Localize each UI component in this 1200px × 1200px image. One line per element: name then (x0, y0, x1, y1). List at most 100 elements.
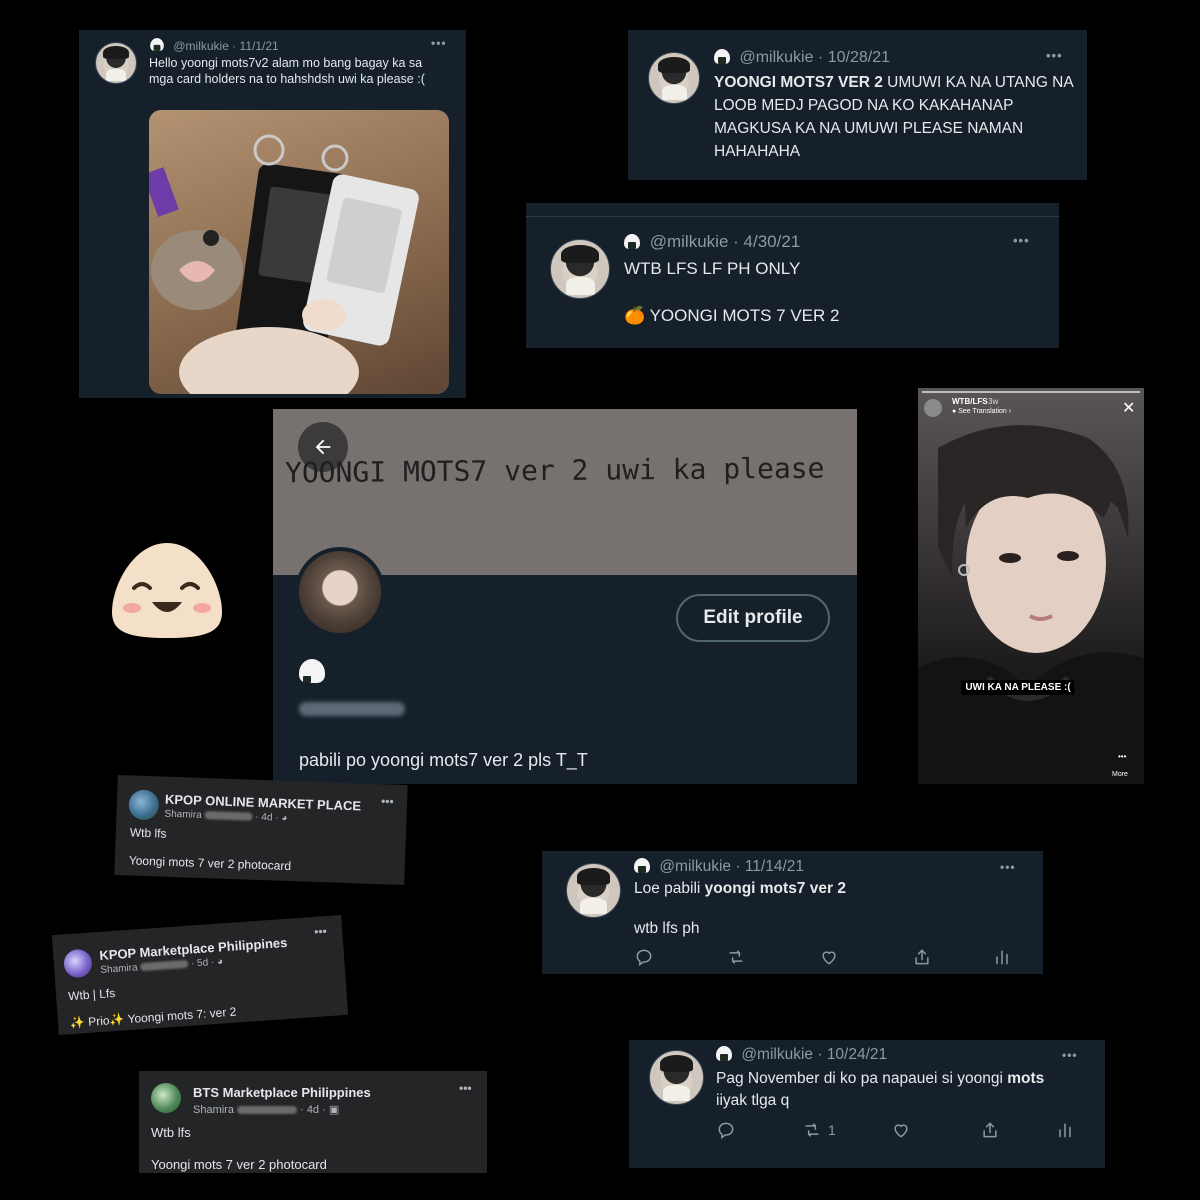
post-meta: Shamira · 4d · ◕ (164, 808, 288, 824)
group-avatar[interactable] (128, 789, 160, 821)
fb-post-1[interactable]: KPOP ONLINE MARKET PLACE Shamira · 4d · … (114, 774, 408, 886)
story-caption: UWI KA NA PLEASE :( (961, 680, 1075, 695)
story-more-dots[interactable]: ••• (1118, 752, 1126, 761)
tweet-actions: 1 (629, 1120, 1105, 1142)
heart-icon (894, 1124, 908, 1138)
onigiri-icon (624, 234, 640, 249)
like-button[interactable] (819, 947, 839, 967)
tweet-header: @milkukie · 10/24/21 (716, 1046, 887, 1064)
more-options-icon[interactable]: ••• (1000, 860, 1016, 874)
story-card[interactable]: WTB/LFS 3w ● See Translation › ✕ UWI KA … (918, 388, 1144, 784)
more-options-icon[interactable]: ••• (1062, 1048, 1078, 1062)
profile-avatar[interactable] (295, 547, 385, 637)
more-options-icon[interactable]: ••• (314, 924, 328, 939)
tweet-handle[interactable]: @milkukie (659, 858, 731, 875)
post-line-1: Wtb | Lfs (67, 985, 116, 1004)
fb-post-3[interactable]: BTS Marketplace Philippines Shamira · 4d… (139, 1071, 487, 1173)
group-name[interactable]: BTS Marketplace Philippines (193, 1085, 371, 1100)
post-line-1: Wtb lfs (151, 1125, 191, 1140)
post-line-2: Yoongi mots 7 ver 2 photocard (151, 1157, 327, 1172)
smiling-onigiri-icon (112, 543, 222, 638)
author-name[interactable]: Shamira (164, 809, 202, 821)
author-name[interactable]: Shamira (193, 1104, 234, 1116)
tweet-header: @milkukie · 11/1/21 (149, 37, 279, 53)
analytics-button[interactable] (992, 947, 1012, 967)
tweet-header: @milkukie · 4/30/21 (624, 232, 800, 252)
onigiri-icon (634, 858, 650, 873)
post-line-2: Yoongi mots 7 ver 2 photocard (128, 853, 292, 874)
avatar[interactable] (95, 42, 137, 84)
post-line-1: Wtb lfs (129, 825, 167, 841)
tweet-card-2[interactable]: @milkukie · 10/28/21 ••• YOONGI MOTS7 VE… (628, 30, 1087, 180)
tweet-date[interactable]: 11/14/21 (745, 858, 804, 875)
post-time: 5d (196, 957, 209, 970)
tweet-line-2: 🍊 YOONGI MOTS 7 VER 2 (624, 305, 839, 327)
post-line-2: ✨ Prio✨ Yoongi mots 7: ver 2 (69, 1004, 237, 1031)
tweet-handle[interactable]: @milkukie (173, 39, 229, 53)
members-icon: ▣ (328, 1104, 340, 1116)
tweet-handle[interactable]: @milkukie (739, 49, 813, 66)
story-more-label[interactable]: More (1112, 771, 1128, 778)
tweet-handle[interactable]: @milkukie (650, 232, 729, 251)
tweet-actions (542, 947, 1043, 969)
profile-onigiri (299, 659, 325, 686)
onigiri-icon (299, 659, 325, 683)
share-button[interactable] (912, 947, 932, 967)
more-options-icon[interactable]: ••• (381, 794, 394, 808)
tweet-card-4[interactable]: @milkukie · 11/14/21 ••• Loe pabili yoon… (542, 851, 1043, 974)
tweet-text-bold: mots (1007, 1070, 1045, 1087)
tweet-handle[interactable]: @milkukie (741, 1046, 813, 1063)
more-options-icon[interactable]: ••• (1046, 48, 1063, 63)
avatar[interactable] (550, 239, 610, 299)
like-button[interactable] (891, 1120, 911, 1140)
tweet-text-plain: Pag November di ko pa napauei si yoongi (716, 1070, 1008, 1087)
avatar[interactable] (648, 52, 700, 104)
retweet-icon (805, 1123, 819, 1137)
group-avatar[interactable] (151, 1083, 181, 1113)
tweet-card-5[interactable]: @milkukie · 10/24/21 ••• Pag November di… (629, 1040, 1105, 1168)
smiling-onigiri-sticker (110, 540, 224, 645)
more-options-icon[interactable]: ••• (431, 36, 447, 50)
globe-icon: ◕ (281, 812, 288, 824)
banner-text: YOONGI MOTS7 ver 2 uwi ka please (284, 451, 825, 490)
author-name[interactable]: Shamira (100, 962, 138, 976)
tweet-date[interactable]: 4/30/21 (744, 232, 801, 251)
reply-button[interactable] (716, 1120, 736, 1140)
tweet-date[interactable]: 11/1/21 (240, 39, 279, 53)
retweet-button[interactable] (726, 947, 746, 967)
tweet-card-3[interactable]: @milkukie · 4/30/21 ••• WTB LFS LF PH ON… (526, 203, 1059, 348)
profile-banner: YOONGI MOTS7 ver 2 uwi ka please (273, 409, 857, 575)
share-button[interactable] (980, 1120, 1000, 1140)
more-options-icon[interactable]: ••• (1013, 233, 1030, 248)
tweet-text-bold: YOONGI MOTS7 VER 2 (714, 74, 883, 91)
group-avatar[interactable] (62, 948, 93, 979)
tweet-photo[interactable] (149, 110, 449, 394)
avatar[interactable] (566, 863, 621, 918)
analytics-button[interactable] (1055, 1120, 1075, 1140)
story-photo (918, 425, 1144, 784)
reply-button[interactable] (634, 947, 654, 967)
share-icon (915, 949, 929, 965)
retweet-icon (729, 950, 743, 964)
tweet-line-1: Pag November di ko pa napauei si yoongi … (716, 1069, 1044, 1089)
tweet-date[interactable]: 10/28/21 (828, 49, 890, 66)
avatar[interactable] (649, 1050, 704, 1105)
reply-icon (718, 1122, 734, 1139)
tweet-header: @milkukie · 10/28/21 (714, 49, 890, 67)
reply-icon (636, 949, 652, 966)
retweet-button[interactable]: 1 (802, 1120, 836, 1140)
tweet-line-1: WTB LFS LF PH ONLY (624, 259, 801, 278)
fb-post-2[interactable]: KPOP Marketplace Philippines Shamira · 5… (51, 915, 349, 1035)
tweet-date[interactable]: 10/24/21 (827, 1046, 887, 1063)
profile-card: YOONGI MOTS7 ver 2 uwi ka please Edit pr… (273, 409, 857, 784)
more-options-icon[interactable]: ••• (459, 1081, 472, 1095)
edit-profile-button[interactable]: Edit profile (676, 594, 830, 642)
tweet-line-2: iiyak tlga q (716, 1092, 790, 1109)
tweet-text: YOONGI MOTS7 VER 2 UMUWI KA NA UTANG NA … (714, 71, 1074, 163)
tweet-header: @milkukie · 11/14/21 (634, 858, 804, 876)
tweet-text-plain: Loe pabili (634, 880, 705, 897)
divider (526, 216, 1059, 217)
tweet-text-bold: yoongi mots7 ver 2 (704, 880, 846, 897)
tweet-line-2: wtb lfs ph (634, 920, 700, 937)
tweet-card-1[interactable]: @milkukie · 11/1/21 ••• Hello yoongi mot… (79, 30, 466, 398)
